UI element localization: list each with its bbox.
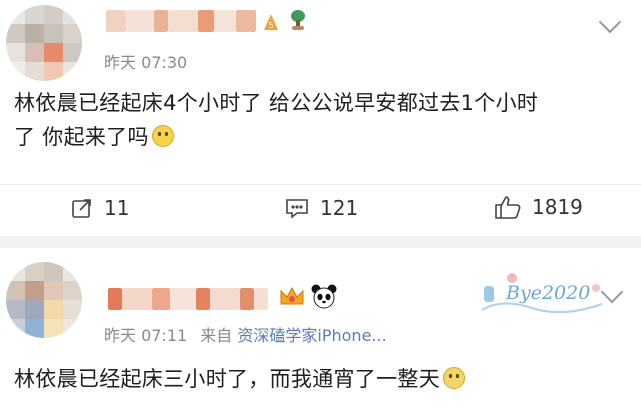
weibo-post-1: 5 昨天 07:30 林依晨已经起床4个小时了 给公公说早安都过去1个小时 了 … (0, 0, 641, 236)
post-timestamp: 昨天 07:30 (104, 53, 188, 72)
username-blurred[interactable] (106, 10, 256, 32)
level-badge: 5 (262, 12, 280, 32)
post-timestamp-and-source: 昨天 07:11 来自 资深磕学家iPhone... (104, 322, 387, 346)
action-divider (0, 184, 641, 185)
avatar-mosaic (6, 5, 82, 81)
post-separator (0, 236, 641, 248)
post-content: 林依晨已经起床三小时了，而我通宵了一整天 (14, 362, 634, 396)
repost-count: 11 (104, 196, 130, 220)
like-icon (495, 196, 521, 219)
comment-icon (286, 199, 308, 219)
username-blurred[interactable] (108, 288, 268, 310)
post-content-line-2: 了 你起来了吗 (14, 120, 634, 154)
avatar[interactable] (6, 5, 82, 81)
post-content-line-1: 林依晨已经起床4个小时了 给公公说早安都过去1个小时 (14, 91, 539, 115)
post-content-line-1: 林依晨已经起床三小时了，而我通宵了一整天 (14, 367, 440, 391)
repost-icon (72, 199, 91, 218)
avatar-mosaic (6, 262, 82, 338)
comment-count: 121 (320, 196, 359, 220)
source-prefix: 来自 (200, 326, 233, 345)
like-count: 1819 (532, 195, 583, 219)
emoji-tired-icon (443, 367, 465, 389)
panda-icon (310, 282, 338, 310)
emoji-smile-icon (151, 125, 174, 147)
fan-card[interactable]: Bye2020 (472, 270, 612, 320)
level-badge-number: 5 (268, 21, 273, 30)
weibo-post-2: Bye2020 昨天 07:11 来自 资深磕学家iPhone... 林依晨已经… (0, 248, 641, 411)
comment-button[interactable]: 121 (284, 196, 358, 220)
repost-button[interactable]: 11 (70, 196, 129, 220)
post-timestamp: 昨天 07:11 (104, 326, 188, 345)
like-button[interactable]: 1819 (494, 194, 583, 220)
avatar[interactable] (6, 262, 82, 338)
post-source-link[interactable]: 资深磕学家iPhone... (237, 326, 386, 345)
crown-icon (278, 284, 306, 310)
post-content-line-2-text: 了 你起来了吗 (14, 125, 149, 149)
post-content: 林依晨已经起床4个小时了 给公公说早安都过去1个小时 了 你起来了吗 (14, 86, 634, 154)
fan-card-text: Bye2020 (506, 282, 591, 304)
expand-arrow-icon[interactable] (598, 10, 622, 34)
plant-icon (286, 8, 310, 32)
